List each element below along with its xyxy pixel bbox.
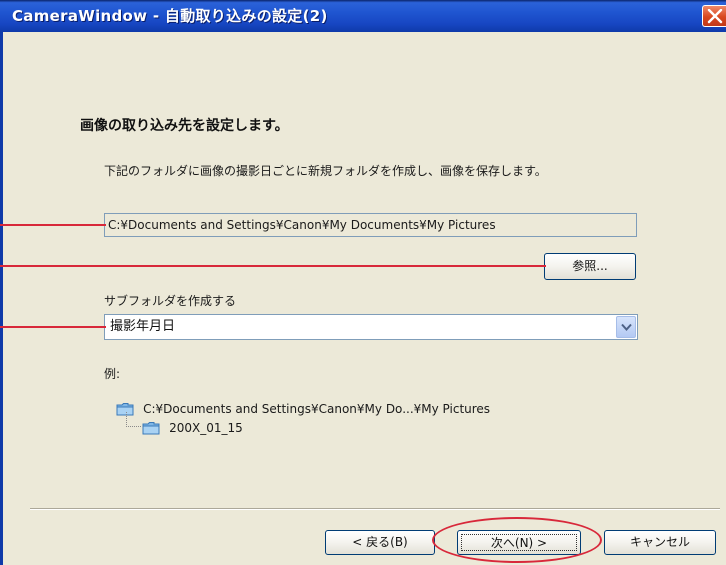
subfolder-select[interactable]: 撮影年月日 bbox=[104, 314, 638, 340]
footer-separator bbox=[30, 508, 720, 510]
close-button[interactable] bbox=[702, 5, 726, 27]
callout-line-browse bbox=[0, 265, 546, 267]
subfolder-label: サブフォルダを作成する bbox=[104, 294, 237, 308]
dialog-window: CameraWindow - 自動取り込みの設定(2) 画像の取り込み先を設定し… bbox=[0, 0, 726, 565]
folder-icon bbox=[142, 421, 160, 434]
browse-button[interactable]: 参照... bbox=[544, 253, 636, 280]
tree-connector bbox=[126, 412, 141, 427]
chevron-down-icon bbox=[621, 323, 632, 331]
example-root-path: C:¥Documents and Settings¥Canon¥My Do...… bbox=[143, 401, 491, 416]
window-left-border bbox=[0, 32, 3, 565]
close-icon bbox=[707, 9, 723, 24]
example-tree-root: C:¥Documents and Settings¥Canon¥My Do...… bbox=[116, 398, 490, 416]
title-bar[interactable]: CameraWindow - 自動取り込みの設定(2) bbox=[0, 0, 726, 32]
back-button[interactable]: < 戻る(B) bbox=[325, 530, 435, 555]
example-label: 例: bbox=[104, 367, 121, 381]
destination-path-field[interactable]: C:¥Documents and Settings¥Canon¥My Docum… bbox=[104, 213, 637, 237]
cancel-button[interactable]: キャンセル bbox=[604, 530, 716, 555]
example-child-folder: 200X_01_15 bbox=[169, 420, 243, 435]
callout-ellipse-next bbox=[432, 517, 602, 563]
dropdown-button[interactable] bbox=[616, 316, 636, 338]
page-heading: 画像の取り込み先を設定します。 bbox=[80, 118, 289, 134]
callout-line-path bbox=[0, 224, 106, 226]
subfolder-selected-value: 撮影年月日 bbox=[110, 319, 176, 334]
window-title: CameraWindow - 自動取り込みの設定(2) bbox=[12, 7, 328, 25]
example-tree-child: 200X_01_15 bbox=[142, 417, 243, 435]
callout-line-subfolder bbox=[0, 326, 106, 328]
description-text: 下記のフォルダに画像の撮影日ごとに新規フォルダを作成し、画像を保存します。 bbox=[104, 164, 547, 178]
